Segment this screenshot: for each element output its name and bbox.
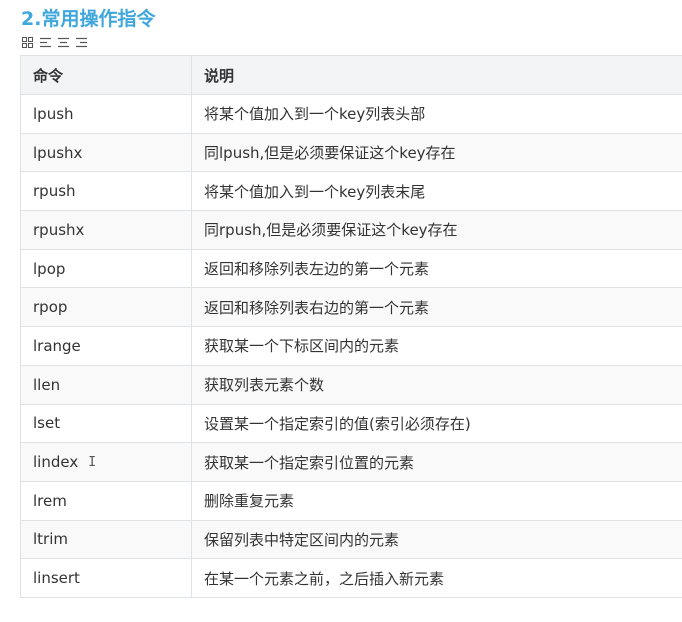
table-row: ltrim 保留列表中特定区间内的元素	[20, 519, 682, 560]
command-cell: rpush	[20, 171, 192, 212]
command-cell: lpush	[20, 94, 192, 134]
text-cursor-icon: I	[88, 455, 97, 471]
command-text: lindex	[33, 453, 79, 472]
table-row: llen 获取列表元素个数	[20, 364, 682, 405]
table-row: rpop 返回和移除列表右边的第一个元素	[20, 287, 682, 328]
table-row: lrem 删除重复元素	[20, 480, 682, 521]
table-row: rpushx 同rpush,但是必须要保证这个key存在	[20, 210, 682, 250]
command-cell: rpushx	[20, 210, 192, 250]
description-cell: 获取某一个下标区间内的元素	[191, 326, 682, 366]
description-cell: 同lpush,但是必须要保证这个key存在	[191, 132, 682, 173]
command-cell: lpushx	[20, 132, 192, 173]
description-cell: 获取某一个指定索引位置的元素	[191, 442, 682, 482]
command-cell: rpop	[20, 287, 192, 328]
command-cell: linsert	[20, 558, 192, 598]
command-cell: lrange	[20, 326, 192, 366]
align-left-icon[interactable]	[40, 37, 51, 48]
section-heading: 2.常用操作指令	[21, 8, 156, 30]
description-cell: 同rpush,但是必须要保证这个key存在	[191, 210, 682, 250]
description-cell: 在某一个元素之前，之后插入新元素	[191, 558, 682, 598]
table-row: lset 设置某一个指定索引的值(索引必须存在)	[20, 403, 682, 444]
description-cell: 将某个值加入到一个key列表头部	[191, 94, 682, 134]
description-cell: 将某个值加入到一个key列表末尾	[191, 171, 682, 212]
table-row: lpush 将某个值加入到一个key列表头部	[20, 94, 682, 134]
description-cell: 删除重复元素	[191, 480, 682, 521]
align-center-icon[interactable]	[58, 37, 69, 48]
description-cell: 获取列表元素个数	[191, 364, 682, 405]
grid-view-icon[interactable]	[22, 36, 33, 48]
description-cell: 返回和移除列表右边的第一个元素	[191, 287, 682, 328]
command-cell: ltrim	[20, 519, 192, 560]
command-cell: llen	[20, 364, 192, 405]
table-toolbar	[22, 36, 87, 48]
table-row: rpush 将某个值加入到一个key列表末尾	[20, 171, 682, 212]
table-row: linsert 在某一个元素之前，之后插入新元素	[20, 558, 682, 598]
header-description: 说明	[191, 55, 682, 95]
commands-table-container: 命令 说明 lpush 将某个值加入到一个key列表头部 lpushx 同lpu…	[20, 55, 682, 598]
table-row: lrange 获取某一个下标区间内的元素	[20, 326, 682, 366]
description-cell: 设置某一个指定索引的值(索引必须存在)	[191, 403, 682, 444]
table-row: lpushx 同lpush,但是必须要保证这个key存在	[20, 132, 682, 173]
table-header-row: 命令 说明	[20, 55, 682, 95]
command-cell: lrem	[20, 480, 192, 521]
commands-table: 命令 说明 lpush 将某个值加入到一个key列表头部 lpushx 同lpu…	[20, 55, 682, 598]
align-right-icon[interactable]	[76, 37, 87, 48]
description-cell: 保留列表中特定区间内的元素	[191, 519, 682, 560]
header-command: 命令	[20, 55, 192, 95]
description-cell: 返回和移除列表左边的第一个元素	[191, 248, 682, 289]
command-cell: lpop	[20, 248, 192, 289]
command-cell-with-cursor: lindex I	[20, 442, 192, 482]
table-row: lpop 返回和移除列表左边的第一个元素	[20, 248, 682, 289]
table-row: lindex I 获取某一个指定索引位置的元素	[20, 442, 682, 482]
command-cell: lset	[20, 403, 192, 444]
